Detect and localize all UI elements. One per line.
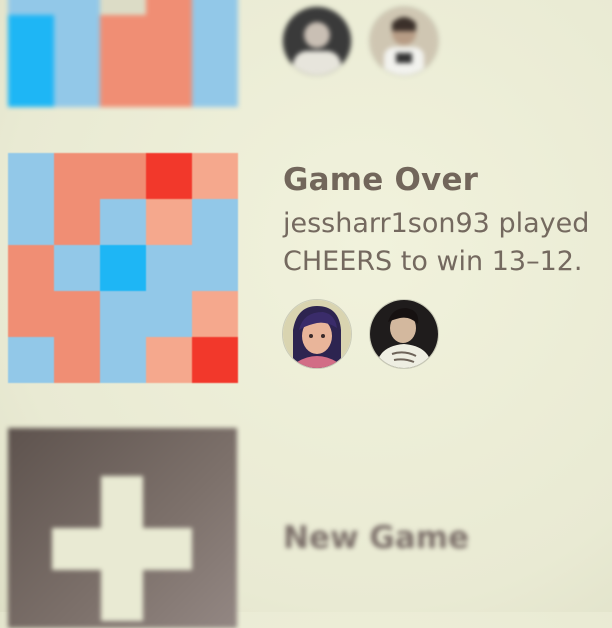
avatar-player-1: [282, 299, 352, 369]
board-tile: [54, 153, 100, 199]
board-tile: [54, 0, 100, 15]
game-board-preview-previous[interactable]: [8, 0, 238, 107]
board-tile: [8, 337, 54, 383]
board-tile: [100, 15, 146, 61]
board-tile: [54, 61, 100, 107]
board-tile: [100, 199, 146, 245]
board-tile: [192, 199, 238, 245]
board-tile: [8, 199, 54, 245]
board-tile: [146, 0, 192, 15]
board-tile: [54, 199, 100, 245]
board-tile: [146, 153, 192, 199]
board-tile: [100, 245, 146, 291]
board-tile: [100, 153, 146, 199]
board-tile: [146, 337, 192, 383]
board-tile: [146, 61, 192, 107]
avatar-player-1-previous: [282, 6, 352, 76]
board-tile: [192, 61, 238, 107]
board-tile: [192, 15, 238, 61]
board-tile: [146, 199, 192, 245]
game-status-title[interactable]: Game Over: [283, 162, 478, 198]
board-tile: [192, 245, 238, 291]
board-tile: [8, 245, 54, 291]
board-tile: [8, 153, 54, 199]
board-tile: [54, 245, 100, 291]
board-tile: [8, 0, 54, 15]
game-result-description: jessharr1son93 played CHEERS to win 13–1…: [283, 208, 590, 277]
board-tile: [8, 15, 54, 61]
board-tile: [192, 337, 238, 383]
new-game-tile[interactable]: [8, 428, 237, 628]
board-tile: [100, 0, 146, 15]
game-board-preview[interactable]: [8, 153, 238, 383]
board-tile: [100, 61, 146, 107]
board-tile: [8, 61, 54, 107]
board-tile: [146, 15, 192, 61]
board-tile: [192, 153, 238, 199]
board-tile: [146, 245, 192, 291]
board-tile: [192, 291, 238, 337]
board-tile: [8, 291, 54, 337]
new-game-label[interactable]: New Game: [283, 520, 469, 556]
board-tile: [54, 291, 100, 337]
avatar-player-2-previous: [369, 6, 439, 76]
board-tile: [146, 291, 192, 337]
board-tile: [192, 0, 238, 15]
avatar-player-2: [369, 299, 439, 369]
board-tile: [54, 15, 100, 61]
board-tile: [100, 337, 146, 383]
board-tile: [54, 337, 100, 383]
plus-icon: [101, 476, 143, 621]
board-tile: [100, 291, 146, 337]
